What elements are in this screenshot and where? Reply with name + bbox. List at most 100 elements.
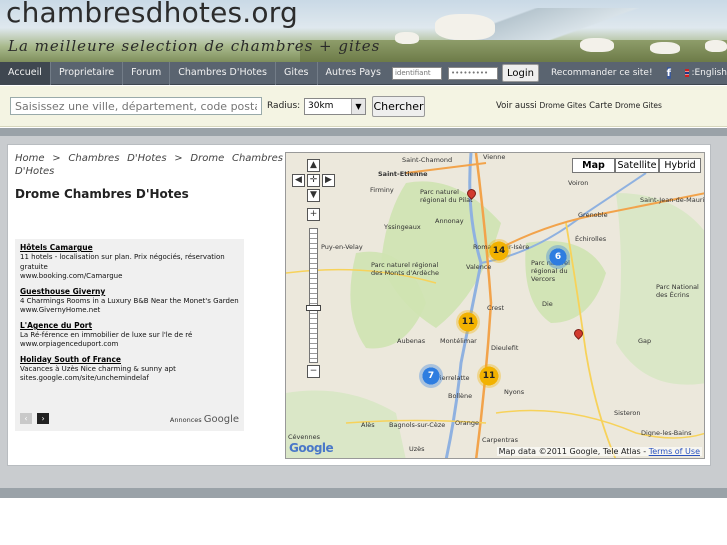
map-town-label: Échirolles [575, 235, 607, 243]
nav-item-chambres-dhotes[interactable]: Chambres D'Hotes [170, 61, 276, 85]
pan-center-icon[interactable]: ✛ [307, 174, 320, 187]
radius-select[interactable]: 30km ▼ [304, 98, 366, 115]
map-town-label: Saint-Jean-de-Maurienne [640, 196, 705, 204]
chevron-down-icon[interactable]: ▼ [351, 99, 365, 114]
main-nav: Accueil Proprietaire Forum Chambres D'Ho… [0, 61, 727, 85]
zoom-in-icon[interactable]: + [307, 208, 320, 221]
map-town-label: Yssingeaux [384, 223, 421, 231]
ad-title[interactable]: L'Agence du Port [20, 321, 239, 330]
zoom-slider-track[interactable] [309, 228, 318, 363]
see-also-link-carte[interactable]: Carte [589, 101, 612, 111]
map-cluster-marker[interactable]: 6 [546, 245, 570, 269]
pan-left-icon[interactable]: ◀ [292, 174, 305, 187]
nav-item-forum[interactable]: Forum [123, 61, 171, 85]
ad-title[interactable]: Holiday South of France [20, 355, 239, 364]
page-title: Drome Chambres D'Hotes [15, 187, 189, 201]
ad-item[interactable]: Guesthouse Giverny 4 Charmings Rooms in … [20, 287, 239, 314]
ad-url[interactable]: sites.google.com/site/unchemindelaf [20, 374, 239, 382]
header-banner: chambresdhotes.org La meilleure selectio… [0, 0, 727, 62]
pan-up-icon[interactable]: ▲ [307, 159, 320, 172]
nav-item-proprietaire[interactable]: Proprietaire [51, 61, 124, 85]
nav-item-gites[interactable]: Gites [276, 61, 318, 85]
content-frame: Home > Chambres D'Hotes > Drome Chambres… [0, 128, 727, 498]
recommend-link[interactable]: Recommander ce site! [551, 68, 653, 78]
ads-panel: Hôtels Camargue 11 hotels - localisation… [15, 239, 244, 431]
map-type-hybrid-button[interactable]: Hybrid [659, 158, 701, 173]
map-cluster-marker[interactable]: 11 [477, 364, 501, 388]
map-town-label: Dieulefit [491, 344, 519, 352]
frame-top-strip [0, 128, 727, 136]
ads-attribution[interactable]: Annonces Google [170, 414, 239, 425]
uk-flag-icon[interactable] [685, 69, 690, 77]
content-panel: Home > Chambres D'Hotes > Drome Chambres… [7, 144, 711, 466]
map-town-label: Nyons [504, 388, 525, 396]
map-town-label: Orange [455, 419, 480, 427]
map-town-label: Crest [487, 304, 505, 312]
map-town-label: Valence [466, 263, 492, 271]
ad-description: La Ré-férence en immobilier de luxe sur … [20, 331, 193, 339]
ad-item[interactable]: Hôtels Camargue 11 hotels - localisation… [20, 243, 239, 280]
search-bar: Radius: 30km ▼ Chercher Voir aussi Drome… [0, 86, 727, 127]
ad-title[interactable]: Guesthouse Giverny [20, 287, 239, 296]
map-cluster-marker[interactable]: 11 [456, 310, 480, 334]
map-town-label: Firminy [370, 186, 394, 194]
map-town-label: Voiron [568, 179, 589, 187]
radius-label: Radius: [267, 101, 301, 111]
terms-of-use-link[interactable]: Terms of Use [649, 447, 700, 456]
map-town-label: Uzès [409, 445, 425, 453]
pan-right-icon[interactable]: ▶ [322, 174, 335, 187]
map-type-satellite-button[interactable]: Satellite [615, 158, 659, 173]
zoom-out-icon[interactable]: − [307, 365, 320, 378]
see-also-link-gites-2[interactable]: Drome Gites [615, 101, 662, 110]
map-town-label: Saint-Chamond [402, 156, 453, 164]
ads-attribution-label: Annonces [169, 416, 202, 424]
ad-url[interactable]: www.GivernyHome.net [20, 306, 239, 314]
language-link[interactable]: :English [691, 68, 727, 78]
login-button[interactable]: Login [501, 64, 539, 82]
see-also-link-gites[interactable]: Drome Gites [539, 101, 586, 110]
map-town-label: Montélimar [440, 337, 477, 345]
nav-item-autres-pays[interactable]: Autres Pays [318, 62, 389, 85]
cow-image [395, 32, 419, 44]
ad-item[interactable]: Holiday South of France Vacances à Uzès … [20, 355, 239, 382]
location-search-input[interactable] [10, 97, 262, 115]
breadcrumb[interactable]: Home > Chambres D'Hotes > Drome Chambres… [15, 152, 283, 178]
chevron-right-icon[interactable]: › [37, 413, 50, 424]
ad-title[interactable]: Hôtels Camargue [20, 243, 239, 252]
pan-down-icon[interactable]: ▼ [307, 189, 320, 202]
cow-image [650, 42, 680, 54]
ad-description: 11 hotels - localisation sur plan. Prix … [20, 253, 225, 271]
facebook-icon[interactable]: f [666, 67, 671, 79]
zoom-slider-handle[interactable] [306, 305, 321, 311]
username-field[interactable] [391, 66, 442, 80]
map-town-label: Cévennes [288, 433, 321, 441]
password-field[interactable] [447, 66, 498, 80]
ad-description: Vacances à Uzès Nice charming & sunny ap… [20, 365, 176, 373]
map-view[interactable]: Saint-Chamond Vienne Saint-Etienne Firmi… [285, 152, 705, 459]
map-town-label: Gap [638, 337, 652, 345]
frame-bottom-strip [0, 488, 727, 498]
ad-description: 4 Charmings Rooms in a Luxury B&B Near t… [20, 297, 239, 305]
map-town-label: Die [542, 300, 553, 308]
map-town-label: Annonay [435, 217, 464, 225]
search-button[interactable]: Chercher [372, 96, 425, 117]
map-town-label: Sisteron [614, 409, 641, 417]
nav-item-accueil[interactable]: Accueil [0, 61, 51, 85]
site-logo-title[interactable]: chambresdhotes.org [6, 0, 298, 29]
ad-item[interactable]: L'Agence du Port La Ré-férence en immobi… [20, 321, 239, 348]
map-attribution: Map data ©2011 Google, Tele Atlas - Term… [496, 447, 702, 456]
map-type-map-button[interactable]: Map [572, 158, 615, 173]
map-cluster-marker[interactable]: 14 [487, 239, 511, 263]
site-tagline: La meilleure selection de chambres + git… [8, 37, 381, 55]
radius-value: 30km [308, 101, 334, 111]
google-map-logo[interactable]: Google [289, 441, 334, 455]
ad-url[interactable]: www.orpiagenceduport.com [20, 340, 239, 348]
chevron-left-icon[interactable]: ‹ [20, 413, 32, 424]
map-town-label: Saint-Etienne [378, 170, 428, 178]
ad-url[interactable]: www.booking.com/Camargue [20, 272, 239, 280]
map-town-label: Digne-les-Bains [641, 429, 692, 437]
see-also-label: Voir aussi [496, 101, 537, 111]
map-cluster-marker[interactable]: 7 [419, 364, 443, 388]
language-label[interactable]: English [694, 68, 727, 78]
map-town-label: Grenoble [578, 211, 608, 219]
